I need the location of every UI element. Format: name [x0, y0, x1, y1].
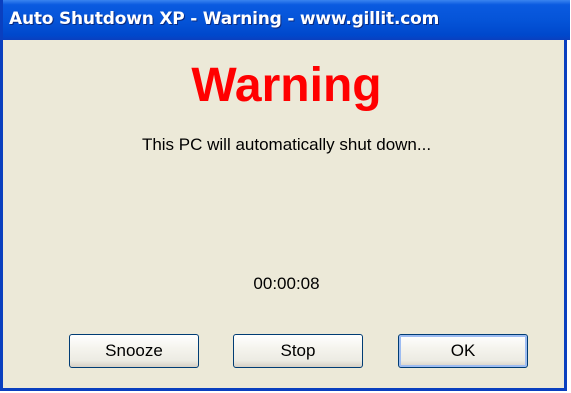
stop-button[interactable]: Stop	[233, 334, 363, 368]
window-title: Auto Shutdown XP - Warning - www.gillit.…	[9, 9, 440, 29]
countdown-timer: 00:00:08	[253, 274, 320, 293]
ok-button[interactable]: OK	[398, 334, 528, 368]
shutdown-message: This PC will automatically shut down...	[141, 135, 432, 154]
warning-dialog: Auto Shutdown XP - Warning - www.gillit.…	[0, 0, 570, 391]
title-bar[interactable]: Auto Shutdown XP - Warning - www.gillit.…	[3, 0, 570, 40]
snooze-button[interactable]: Snooze	[69, 334, 199, 368]
warning-heading: Warning	[191, 59, 382, 112]
